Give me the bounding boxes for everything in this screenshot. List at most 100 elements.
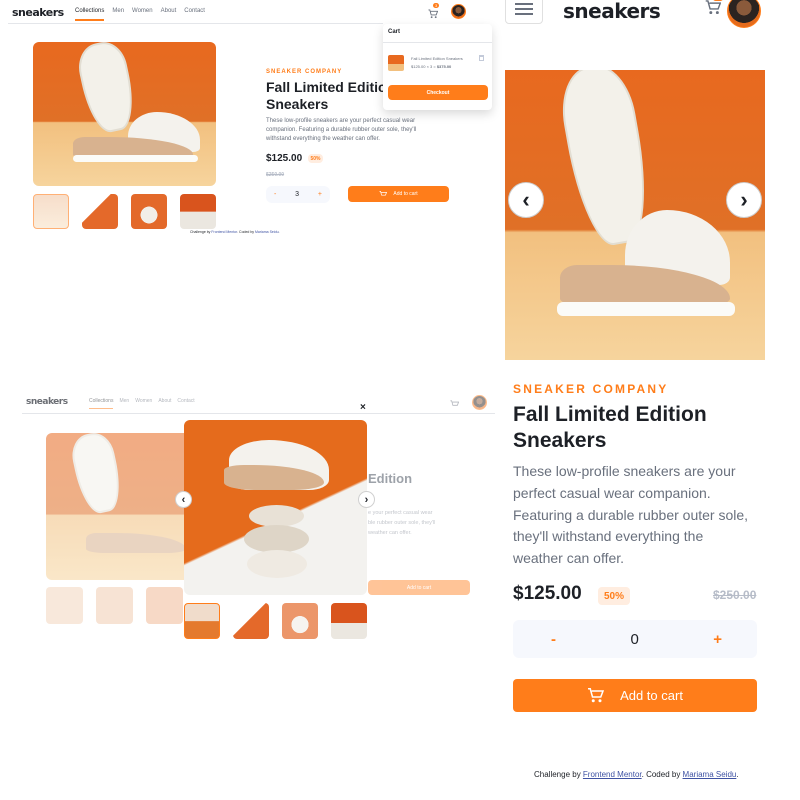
product-description: These low-profile sneakers are your perf…: [266, 118, 417, 142]
mobile-next-button[interactable]: ›: [726, 182, 762, 218]
product-title-line1: Fall Limited Edition: [513, 403, 707, 426]
chevron-left-icon: ‹: [522, 187, 530, 212]
quantity-plus[interactable]: +: [318, 191, 322, 198]
nav-contact[interactable]: Contact: [177, 398, 194, 409]
product-title: Fall Limited Editic Sneakers: [266, 79, 386, 113]
cart-button[interactable]: 3: [428, 3, 440, 19]
lightbox-prev-button[interactable]: ‹: [175, 491, 192, 508]
cart-icon: [705, 0, 722, 15]
brand-logo[interactable]: sneakers: [12, 6, 64, 19]
bg-desc-line1: e your perfect casual wear: [368, 510, 433, 516]
lightbox-next-button[interactable]: ›: [358, 491, 375, 508]
quantity-minus[interactable]: -: [274, 191, 276, 198]
cart-dropdown: Cart Fall Limited Edition Sneakers $125.…: [383, 24, 492, 110]
add-to-cart-button[interactable]: Add to cart: [348, 186, 449, 202]
thumbnail-3[interactable]: [131, 194, 167, 229]
avatar[interactable]: [472, 395, 487, 410]
lightbox-thumb-1[interactable]: [184, 603, 220, 639]
product-title: Fall Limited Edition Sneakers: [513, 402, 707, 454]
desc-line4: they'll withstand everything the: [513, 528, 704, 545]
desktop-cart-view: sneakers Collections Men Women About Con…: [0, 0, 500, 250]
thumbnail-2[interactable]: [82, 194, 118, 229]
footer-prefix: Challenge by: [534, 770, 583, 779]
background-thumb-3: [146, 587, 183, 624]
avatar[interactable]: [451, 4, 466, 19]
discount-badge: 50%: [308, 154, 323, 163]
footer-prefix: Challenge by: [190, 230, 212, 234]
lightbox-close[interactable]: ×: [360, 402, 366, 413]
product-price: $125.00: [513, 583, 582, 604]
cart-button[interactable]: [705, 0, 723, 18]
header-divider: [22, 413, 495, 414]
cart-icon: [379, 190, 388, 196]
checkout-button[interactable]: Checkout: [388, 85, 488, 100]
cart-item-total: $375.00: [436, 64, 452, 69]
nav-women[interactable]: Women: [135, 398, 152, 409]
quantity-plus[interactable]: +: [713, 631, 722, 648]
footer-attribution: Challenge by Frontend Mentor. Coded by M…: [534, 770, 739, 779]
background-thumb-1: [46, 587, 83, 624]
author-link[interactable]: Mariama Seidu: [683, 770, 737, 779]
chevron-right-icon: ›: [364, 493, 369, 506]
background-add-to-cart: Add to cart: [368, 580, 470, 595]
cart-count-badge: 3: [433, 3, 440, 8]
frontend-mentor-link[interactable]: Frontend Mentor: [583, 770, 642, 779]
cart-icon: [450, 400, 460, 406]
nav-contact[interactable]: Contact: [184, 8, 205, 21]
lightbox-thumb-2[interactable]: [233, 603, 269, 639]
desc-line1: These low-profile sneakers are your: [513, 463, 736, 479]
cart-icon: [428, 9, 439, 19]
product-price: $125.00: [266, 153, 303, 164]
quantity-stepper[interactable]: - 0 +: [513, 620, 757, 658]
quantity-minus[interactable]: -: [551, 631, 556, 648]
nav-collections[interactable]: Collections: [75, 8, 105, 21]
mobile-prev-button[interactable]: ‹: [508, 182, 544, 218]
background-product-image: [46, 433, 196, 580]
main-product-image[interactable]: [33, 42, 216, 186]
product-title-line2: Sneakers: [266, 96, 329, 112]
nav-men[interactable]: Men: [119, 398, 129, 409]
trash-icon[interactable]: [479, 55, 484, 61]
product-company: SNEAKER COMPANY: [513, 382, 669, 396]
product-description: These low-profile sneakers are your perf…: [513, 461, 748, 570]
thumbnail-1[interactable]: [33, 194, 69, 229]
nav-women[interactable]: Women: [132, 8, 153, 21]
brand-logo[interactable]: sneakers: [26, 397, 68, 407]
nav-about[interactable]: About: [158, 398, 171, 409]
product-title-line1: Fall Limited Editic: [266, 79, 386, 95]
add-to-cart-label: Add to cart: [620, 688, 683, 703]
quantity-stepper[interactable]: - 3 +: [266, 186, 330, 203]
old-price: $250.00: [266, 172, 285, 178]
nav-collections[interactable]: Collections: [89, 398, 114, 409]
frontend-mentor-link[interactable]: Frontend Mentor: [211, 230, 237, 234]
main-nav: Collections Men Women About Contact: [89, 398, 195, 409]
lightbox-main-image[interactable]: [184, 420, 367, 595]
cart-button[interactable]: [450, 396, 460, 406]
product-title-line2: Sneakers: [513, 429, 607, 452]
cart-item-calc: $125.00 × 3: [411, 64, 433, 69]
cart-divider: [383, 42, 492, 43]
nav-about[interactable]: About: [161, 8, 177, 21]
menu-button[interactable]: [505, 0, 543, 24]
brand-logo[interactable]: sneakers: [563, 0, 661, 23]
thumbnail-4[interactable]: [180, 194, 216, 229]
nav-men[interactable]: Men: [112, 8, 124, 21]
mobile-view: sneakers ‹ › SNEAKER COMPANY Fall Limite…: [505, 0, 800, 800]
chevron-right-icon: ›: [740, 187, 748, 212]
desc-line3: Featuring a durable rubber outer sole,: [513, 506, 749, 523]
footer-mid: . Coded by: [641, 770, 683, 779]
footer-end: .: [736, 770, 739, 779]
footer-attribution: Challenge by Frontend Mentor. Coded by M…: [190, 230, 280, 234]
lightbox-thumb-3[interactable]: [282, 603, 318, 639]
add-to-cart-button[interactable]: Add to cart: [513, 679, 757, 712]
product-company: SNEAKER COMPANY: [266, 69, 343, 75]
mobile-product-image[interactable]: [505, 70, 765, 360]
background-title-partial: Edition: [368, 471, 413, 486]
author-link[interactable]: Mariama Seidu: [255, 230, 279, 234]
cart-item-thumbnail: [388, 55, 404, 71]
header-divider: [8, 23, 383, 24]
avatar[interactable]: [727, 0, 761, 28]
lightbox-thumb-4[interactable]: [331, 603, 367, 639]
cart-item-price: $125.00 × 3 = $375.00: [411, 64, 452, 69]
bg-add-to-cart-label: Add to cart: [406, 584, 432, 591]
